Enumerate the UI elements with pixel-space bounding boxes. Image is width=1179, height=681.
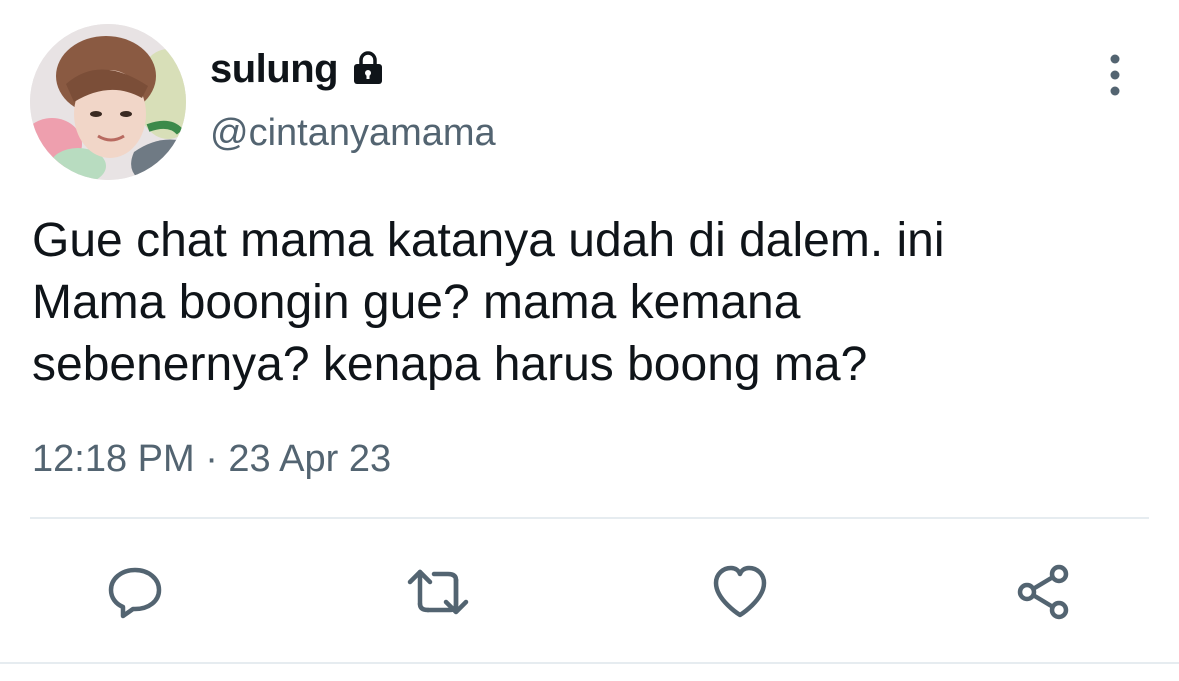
retweet-button[interactable] (406, 560, 470, 624)
like-button[interactable] (708, 560, 772, 624)
avatar[interactable] (30, 24, 186, 180)
lock-icon (348, 49, 388, 89)
tweet-text: Gue chat mama katanya udah di dalem. ini… (32, 214, 945, 391)
divider (30, 517, 1149, 519)
display-name[interactable]: sulung (210, 47, 339, 92)
display-name-row[interactable]: sulung (210, 44, 388, 94)
retweet-icon (406, 562, 470, 622)
divider-bottom (0, 662, 1179, 664)
user-handle[interactable]: @cintanyamama (210, 112, 496, 155)
avatar-image (30, 24, 186, 180)
like-icon (710, 563, 770, 621)
reply-icon (105, 562, 165, 622)
reply-button[interactable] (103, 560, 167, 624)
more-options-icon[interactable] (1098, 50, 1132, 100)
share-button[interactable] (1012, 560, 1076, 624)
tweet-timestamp[interactable]: 12:18 PM · 23 Apr 23 (32, 438, 391, 481)
share-icon (1014, 562, 1074, 622)
